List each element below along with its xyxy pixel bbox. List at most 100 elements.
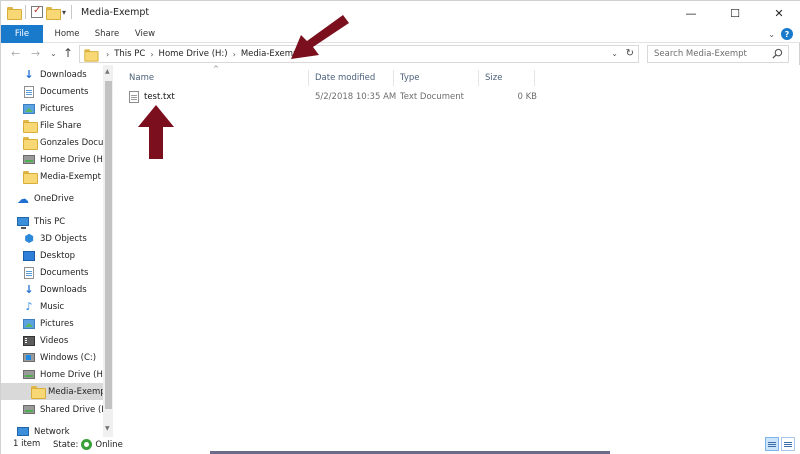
network-drive-icon <box>23 370 35 379</box>
file-row[interactable]: test.txt 5/2/2018 10:35 AM Text Document… <box>123 89 537 105</box>
folder-icon <box>23 120 38 133</box>
nav-item-3d-objects[interactable]: ⬢ 3D Objects <box>23 230 103 247</box>
state-label: State: <box>53 439 79 450</box>
details-view-icon <box>768 443 776 445</box>
toolbar-divider <box>25 5 26 19</box>
download-icon: ↓ <box>24 68 34 81</box>
nav-item-home-drive-quick[interactable]: Home Drive (H:) <box>23 151 103 168</box>
item-count: 1 item <box>13 439 41 449</box>
nav-item-this-pc[interactable]: This PC <box>17 213 103 230</box>
address-bar[interactable]: › This PC › Home Drive (H:) › Media-Exem… <box>79 45 639 63</box>
minimize-button[interactable]: — <box>669 1 713 25</box>
state-value: Online <box>95 439 123 450</box>
title-bar: ▾ Media-Exempt — ☐ ✕ <box>1 1 800 25</box>
folder-icon <box>23 137 38 150</box>
close-button[interactable]: ✕ <box>757 1 800 25</box>
navigation-pane: ↓ Downloads 📌 Documents 📌 Pictures 📌 Fil… <box>1 65 115 437</box>
nav-item-downloads-quick[interactable]: ↓ Downloads 📌 <box>23 66 115 83</box>
breadcrumb-separator-icon[interactable]: › <box>150 50 153 59</box>
nav-item-videos[interactable]: Videos <box>23 332 103 349</box>
text-file-icon <box>129 91 139 103</box>
scrollbar-thumb[interactable] <box>105 81 112 409</box>
window-controls: — ☐ ✕ <box>669 1 800 25</box>
tab-home[interactable]: Home <box>47 25 87 43</box>
view-switcher <box>765 437 795 451</box>
search-box[interactable] <box>647 45 789 63</box>
search-icon[interactable] <box>772 48 783 59</box>
file-date-cell: 5/2/2018 10:35 AM <box>315 92 397 102</box>
nav-item-onedrive[interactable]: ☁ OneDrive <box>17 190 103 207</box>
column-header-name[interactable]: Name <box>123 70 309 86</box>
nav-item-shared-drive-i[interactable]: Shared Drive (I:) <box>23 401 103 418</box>
nav-item-media-exempt[interactable]: Media-Exempt <box>1 383 103 400</box>
sync-state: State: Online <box>53 439 123 450</box>
column-header-size[interactable]: Size <box>479 70 535 86</box>
online-status-icon <box>81 439 93 450</box>
document-icon <box>24 85 34 98</box>
new-folder-icon[interactable] <box>46 6 61 20</box>
network-drive-icon <box>23 405 35 414</box>
nav-item-gonzales-documents[interactable]: Gonzales Documents <box>23 134 103 151</box>
breadcrumb-separator-icon[interactable]: › <box>233 50 236 59</box>
breadcrumb-this-pc[interactable]: This PC <box>114 49 145 59</box>
large-icons-view-button[interactable] <box>781 437 795 451</box>
column-header-date-modified[interactable]: Date modified <box>309 70 394 86</box>
3d-objects-icon: ⬢ <box>24 232 34 245</box>
breadcrumb-separator-icon[interactable]: › <box>106 50 109 59</box>
nav-item-network[interactable]: Network <box>17 423 103 437</box>
file-size-cell: 0 KB <box>517 92 537 102</box>
ribbon-right-controls: ⌄ ? <box>768 28 793 40</box>
search-input[interactable] <box>654 49 772 59</box>
up-arrow-icon[interactable]: ↑ <box>63 46 73 60</box>
customize-toolbar-dropdown-icon[interactable]: ▾ <box>62 8 66 17</box>
annotation-arrow-icon <box>291 15 349 59</box>
file-explorer-window: ▾ Media-Exempt — ☐ ✕ File Home Share Vie… <box>0 0 800 454</box>
folder-icon <box>84 48 99 62</box>
nav-item-pictures-quick[interactable]: Pictures 📌 <box>23 100 115 117</box>
breadcrumb-home-drive[interactable]: Home Drive (H:) <box>159 49 228 59</box>
address-dropdown-icon[interactable]: ⌄ <box>611 49 618 58</box>
file-name: test.txt <box>144 92 175 102</box>
expand-ribbon-icon[interactable]: ⌄ <box>768 30 775 39</box>
details-view-button[interactable] <box>765 437 779 451</box>
maximize-button[interactable]: ☐ <box>713 1 757 25</box>
back-arrow-icon[interactable]: ← <box>11 47 20 60</box>
file-name-cell[interactable]: test.txt <box>129 89 309 105</box>
pictures-icon <box>23 103 35 114</box>
nav-item-documents-quick[interactable]: Documents 📌 <box>23 83 115 100</box>
windows-drive-icon <box>23 353 35 362</box>
scroll-down-icon[interactable]: ▼ <box>105 425 110 432</box>
tab-share[interactable]: Share <box>89 25 125 43</box>
annotation-arrow-icon <box>138 105 174 159</box>
scroll-up-icon[interactable]: ▲ <box>105 68 110 75</box>
large-icons-view-icon <box>784 443 792 445</box>
desktop-icon <box>23 250 35 261</box>
videos-icon <box>23 335 35 346</box>
nav-item-media-exempt-quick[interactable]: Media-Exempt <box>23 168 103 185</box>
toolbar-divider <box>71 5 73 19</box>
properties-icon[interactable] <box>31 5 43 18</box>
nav-item-windows-c[interactable]: Windows (C:) <box>23 349 103 366</box>
recent-locations-icon[interactable]: ⌄ <box>50 49 57 58</box>
window-title: Media-Exempt <box>81 7 150 18</box>
onedrive-icon: ☁ <box>17 191 29 206</box>
network-icon <box>17 427 29 436</box>
tab-file[interactable]: File <box>1 25 43 43</box>
nav-item-file-share[interactable]: File Share <box>23 117 103 134</box>
nav-item-desktop[interactable]: Desktop <box>23 247 103 264</box>
nav-item-home-drive[interactable]: Home Drive (H:) <box>23 366 103 383</box>
forward-arrow-icon[interactable]: → <box>31 47 40 60</box>
help-icon[interactable]: ? <box>781 28 793 40</box>
nav-item-documents[interactable]: Documents <box>23 264 103 281</box>
refresh-icon[interactable]: ↻ <box>626 48 634 59</box>
file-list-pane: ^ Name Date modified Type Size test.txt … <box>115 65 800 437</box>
column-header-type[interactable]: Type <box>394 70 479 86</box>
nav-item-pictures[interactable]: Pictures <box>23 315 103 332</box>
network-drive-icon <box>23 155 35 164</box>
folder-icon <box>31 386 46 399</box>
tab-view[interactable]: View <box>129 25 161 43</box>
nav-pane-scrollbar[interactable]: ▲ ▼ <box>103 65 113 437</box>
nav-item-music[interactable]: ♪ Music <box>23 298 103 315</box>
nav-item-downloads[interactable]: ↓ Downloads <box>23 281 103 298</box>
download-icon: ↓ <box>24 283 34 296</box>
